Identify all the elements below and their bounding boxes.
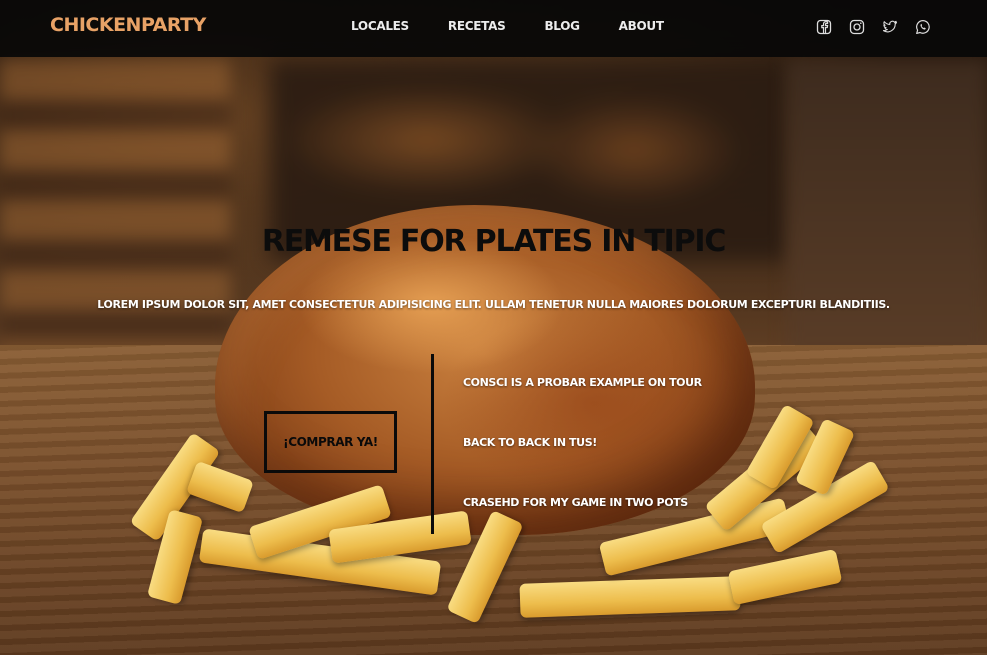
nav-link-about[interactable]: ABOUT xyxy=(619,19,664,33)
fry xyxy=(185,460,255,514)
nav-links: LOCALES RECETAS BLOG ABOUT xyxy=(351,19,703,33)
instagram-icon[interactable] xyxy=(849,19,865,35)
hero-background-image xyxy=(0,0,987,655)
whatsapp-icon[interactable] xyxy=(915,19,931,35)
nav-link-locales[interactable]: LOCALES xyxy=(351,19,409,33)
social-links xyxy=(816,19,948,35)
facebook-icon[interactable] xyxy=(816,19,832,35)
top-navbar: CHICKENPARTY LOCALES RECETAS BLOG ABOUT xyxy=(0,0,987,57)
french-fries xyxy=(0,0,987,655)
nav-link-blog[interactable]: BLOG xyxy=(544,19,580,33)
feature-list: CONSCI IS A PROBAR EXAMPLE ON TOUR BACK … xyxy=(463,376,702,556)
fry xyxy=(519,576,741,618)
feature-item: CONSCI IS A PROBAR EXAMPLE ON TOUR xyxy=(463,376,702,389)
vertical-divider xyxy=(431,354,434,534)
twitter-icon[interactable] xyxy=(882,19,898,35)
buy-now-button[interactable]: ¡COMPRAR YA! xyxy=(264,411,397,473)
nav-link-recetas[interactable]: RECETAS xyxy=(448,19,506,33)
hero-subtitle: LOREM IPSUM DOLOR SIT, AMET CONSECTETUR … xyxy=(97,298,890,311)
brand-logo[interactable]: CHICKENPARTY xyxy=(50,14,206,36)
feature-item: CRASEHD FOR MY GAME IN TWO POTS xyxy=(463,496,688,509)
fry xyxy=(727,548,843,606)
feature-item: BACK TO BACK IN TUS! xyxy=(463,436,597,449)
hero-title: REMESE FOR PLATES IN TIPIC xyxy=(261,224,727,259)
